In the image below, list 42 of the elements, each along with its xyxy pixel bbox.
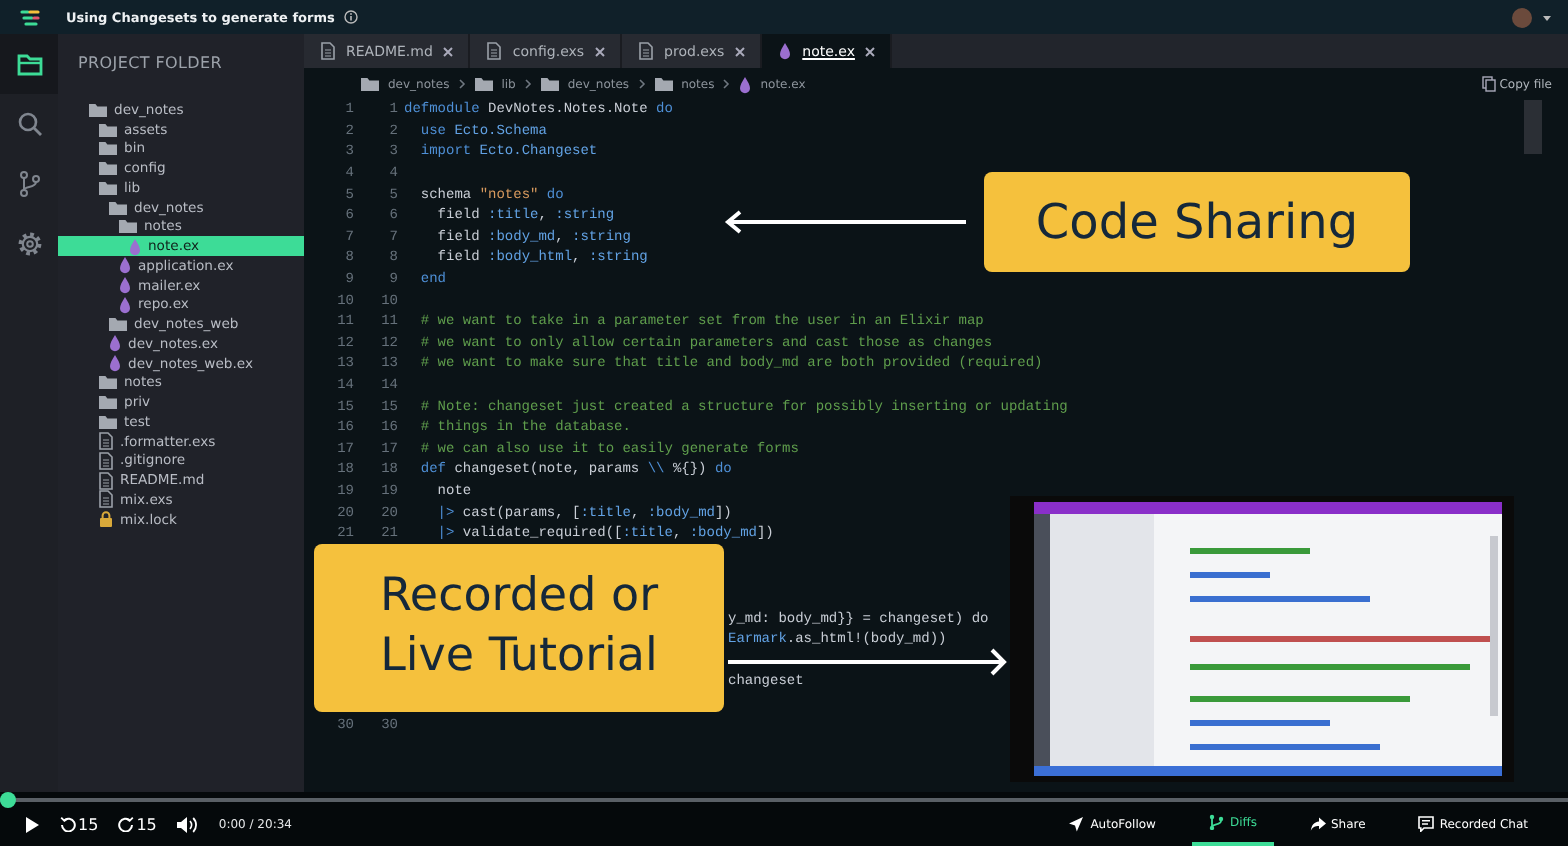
scrollbar[interactable] — [1524, 100, 1542, 154]
close-icon[interactable] — [442, 45, 455, 57]
search-icon[interactable] — [15, 110, 43, 138]
drop-icon — [738, 75, 753, 93]
drop-icon — [778, 42, 793, 60]
folder-icon — [108, 316, 128, 333]
callout-label: Code Sharing — [984, 172, 1410, 272]
copy-icon — [1481, 76, 1496, 92]
branch-icon — [1207, 814, 1224, 830]
folder-icon — [653, 76, 674, 92]
panel-title: PROJECT FOLDER — [76, 52, 225, 76]
gear-icon[interactable] — [15, 230, 43, 258]
chat-icon — [1417, 816, 1434, 832]
chevron-icon — [722, 78, 731, 90]
file-icon — [638, 42, 655, 60]
forward-icon — [118, 816, 135, 832]
play-icon[interactable] — [24, 815, 40, 833]
info-icon — [344, 10, 359, 24]
folder-icon — [473, 76, 494, 92]
chevron-icon — [637, 78, 646, 90]
chevron-icon — [457, 78, 466, 90]
close-icon[interactable] — [734, 45, 747, 57]
folder-icon — [539, 76, 560, 92]
branch-icon[interactable] — [15, 170, 43, 198]
file-icon — [320, 42, 336, 60]
rewind-icon — [60, 816, 76, 832]
volume-icon[interactable] — [176, 815, 199, 833]
logo-icon — [20, 7, 40, 27]
forward-button[interactable]: 15 — [118, 815, 157, 833]
navigation-icon — [1068, 816, 1085, 832]
lock-icon — [98, 510, 114, 529]
share-icon — [1309, 816, 1325, 832]
folder-icon — [360, 76, 380, 92]
rewind-button[interactable]: 15 — [60, 815, 99, 833]
folder-icon[interactable] — [15, 50, 43, 78]
caret-icon — [1542, 13, 1552, 21]
close-icon[interactable] — [864, 45, 877, 57]
callout-label: Recorded or Live Tutorial — [314, 544, 724, 712]
close-icon[interactable] — [594, 45, 607, 57]
progress-handle[interactable] — [0, 792, 16, 808]
file-icon — [486, 42, 503, 60]
chevron-icon — [523, 78, 532, 90]
